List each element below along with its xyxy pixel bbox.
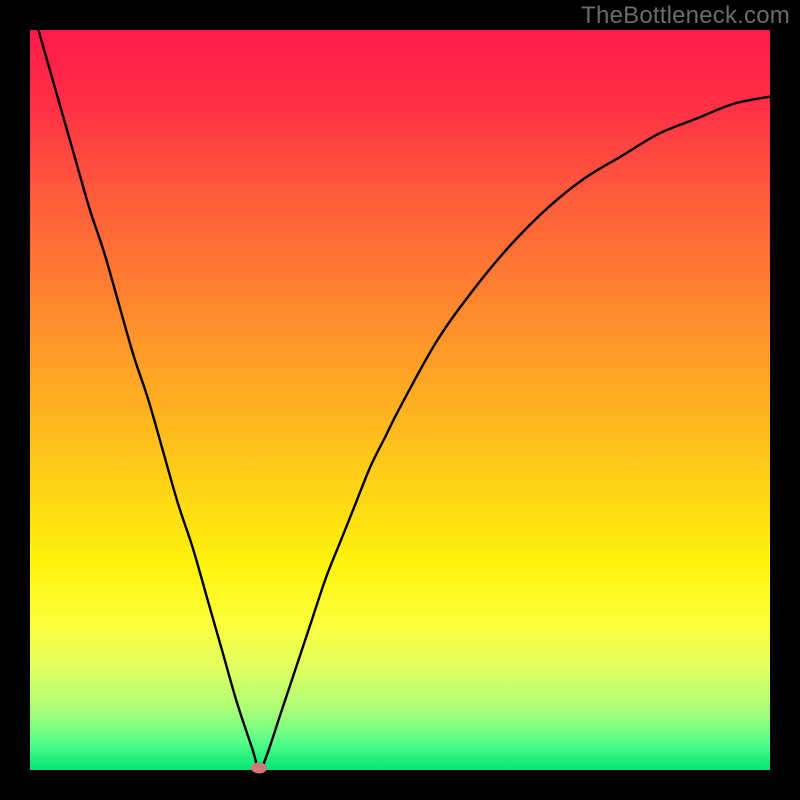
optimal-point-marker	[251, 763, 267, 774]
gradient-background	[30, 30, 770, 770]
chart-plot	[30, 30, 770, 770]
chart-frame: TheBottleneck.com	[0, 0, 800, 800]
watermark-text: TheBottleneck.com	[581, 2, 790, 30]
